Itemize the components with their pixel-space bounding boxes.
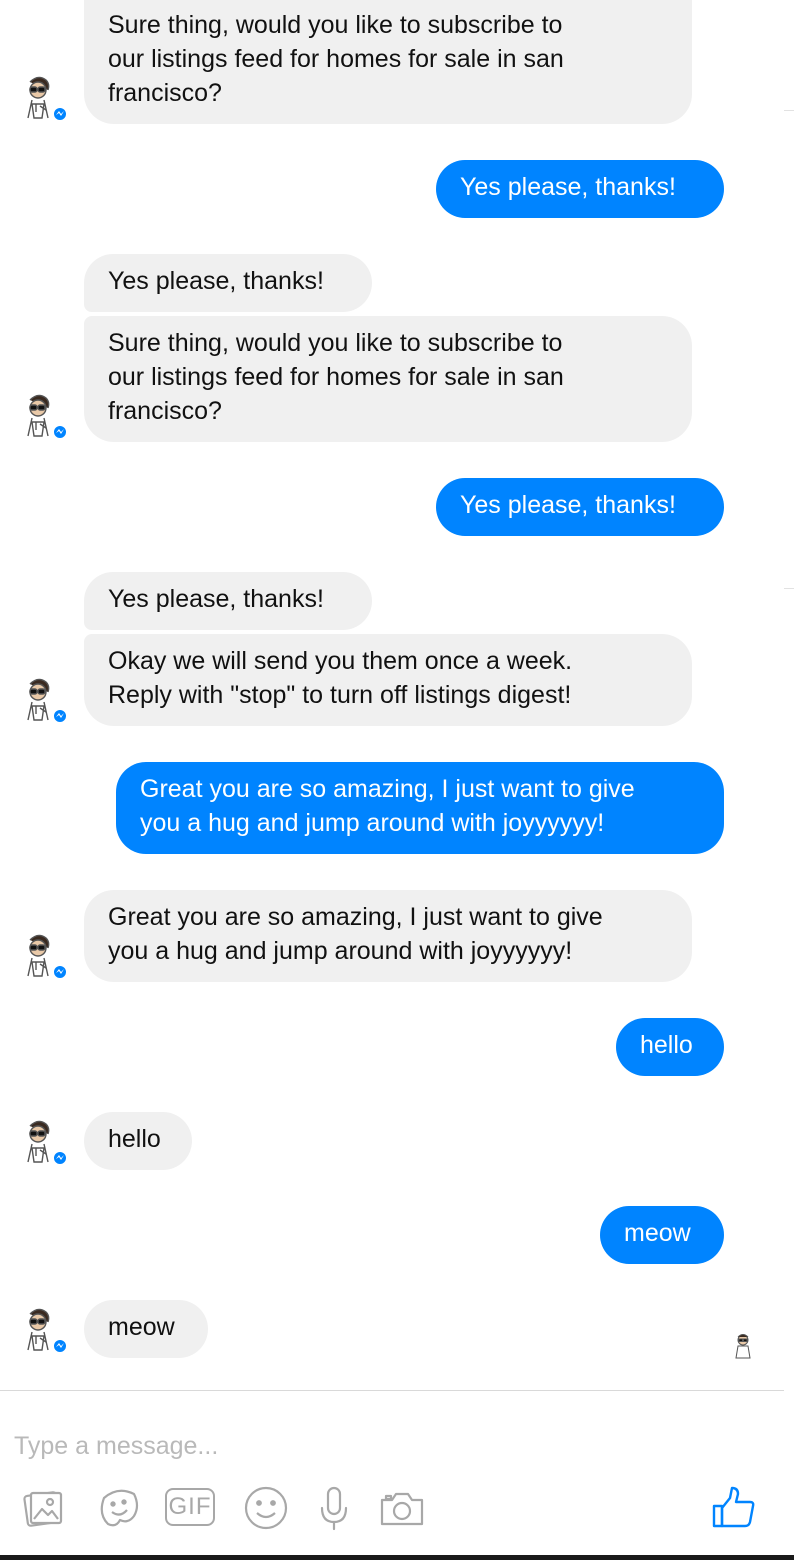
bot-avatar-icon [27, 394, 68, 440]
microphone-icon [320, 1486, 348, 1531]
incoming-message-bubble: Sure thing, would you like to subscribe … [84, 316, 692, 442]
bot-avatar-icon [27, 1120, 68, 1166]
messenger-chat-window: Sure thing, would you like to subscribe … [0, 0, 794, 1560]
bot-avatar[interactable] [22, 1306, 68, 1356]
incoming-message-bubble: Yes please, thanks! [84, 572, 372, 630]
like-button[interactable] [710, 1484, 758, 1532]
camera-button[interactable] [378, 1484, 426, 1532]
incoming-message-bubble: Great you are so amazing, I just want to… [84, 890, 692, 982]
bot-avatar[interactable] [22, 392, 68, 442]
divider [784, 110, 794, 111]
incoming-message-bubble: Sure thing, would you like to subscribe … [84, 0, 692, 124]
emoji-icon [244, 1486, 288, 1530]
bot-avatar[interactable] [22, 74, 68, 124]
microphone-button[interactable] [310, 1484, 358, 1532]
gif-button[interactable]: GIF [165, 1488, 215, 1526]
thumbs-up-icon [712, 1486, 755, 1528]
bot-avatar[interactable] [22, 932, 68, 982]
divider [784, 588, 794, 589]
composer-bar [0, 1390, 784, 1560]
seen-avatar [734, 1332, 754, 1360]
seen-avatar-icon [735, 1334, 751, 1359]
outgoing-message-bubble: hello [616, 1018, 724, 1076]
message-input[interactable] [12, 1428, 696, 1464]
camera-icon [380, 1492, 424, 1526]
incoming-message-bubble: Okay we will send you them once a week. … [84, 634, 692, 726]
incoming-message-bubble: meow [84, 1300, 208, 1358]
outgoing-message-bubble: Yes please, thanks! [436, 160, 724, 218]
sticker-icon [100, 1489, 139, 1527]
bot-avatar-icon [27, 76, 68, 122]
incoming-message-bubble: Yes please, thanks! [84, 254, 372, 312]
sticker-button[interactable] [94, 1484, 142, 1532]
emoji-button[interactable] [242, 1484, 290, 1532]
incoming-message-bubble: hello [84, 1112, 192, 1170]
outgoing-message-bubble: meow [600, 1206, 724, 1264]
outgoing-message-bubble: Yes please, thanks! [436, 478, 724, 536]
photo-icon [23, 1491, 63, 1527]
photo-button[interactable] [20, 1484, 68, 1532]
outgoing-message-bubble: Great you are so amazing, I just want to… [116, 762, 724, 854]
bot-avatar-icon [27, 934, 68, 980]
bot-avatar-icon [27, 678, 68, 724]
bot-avatar-icon [27, 1308, 68, 1354]
window-bottom-edge [0, 1555, 794, 1560]
bot-avatar[interactable] [22, 1118, 68, 1168]
bot-avatar[interactable] [22, 676, 68, 726]
